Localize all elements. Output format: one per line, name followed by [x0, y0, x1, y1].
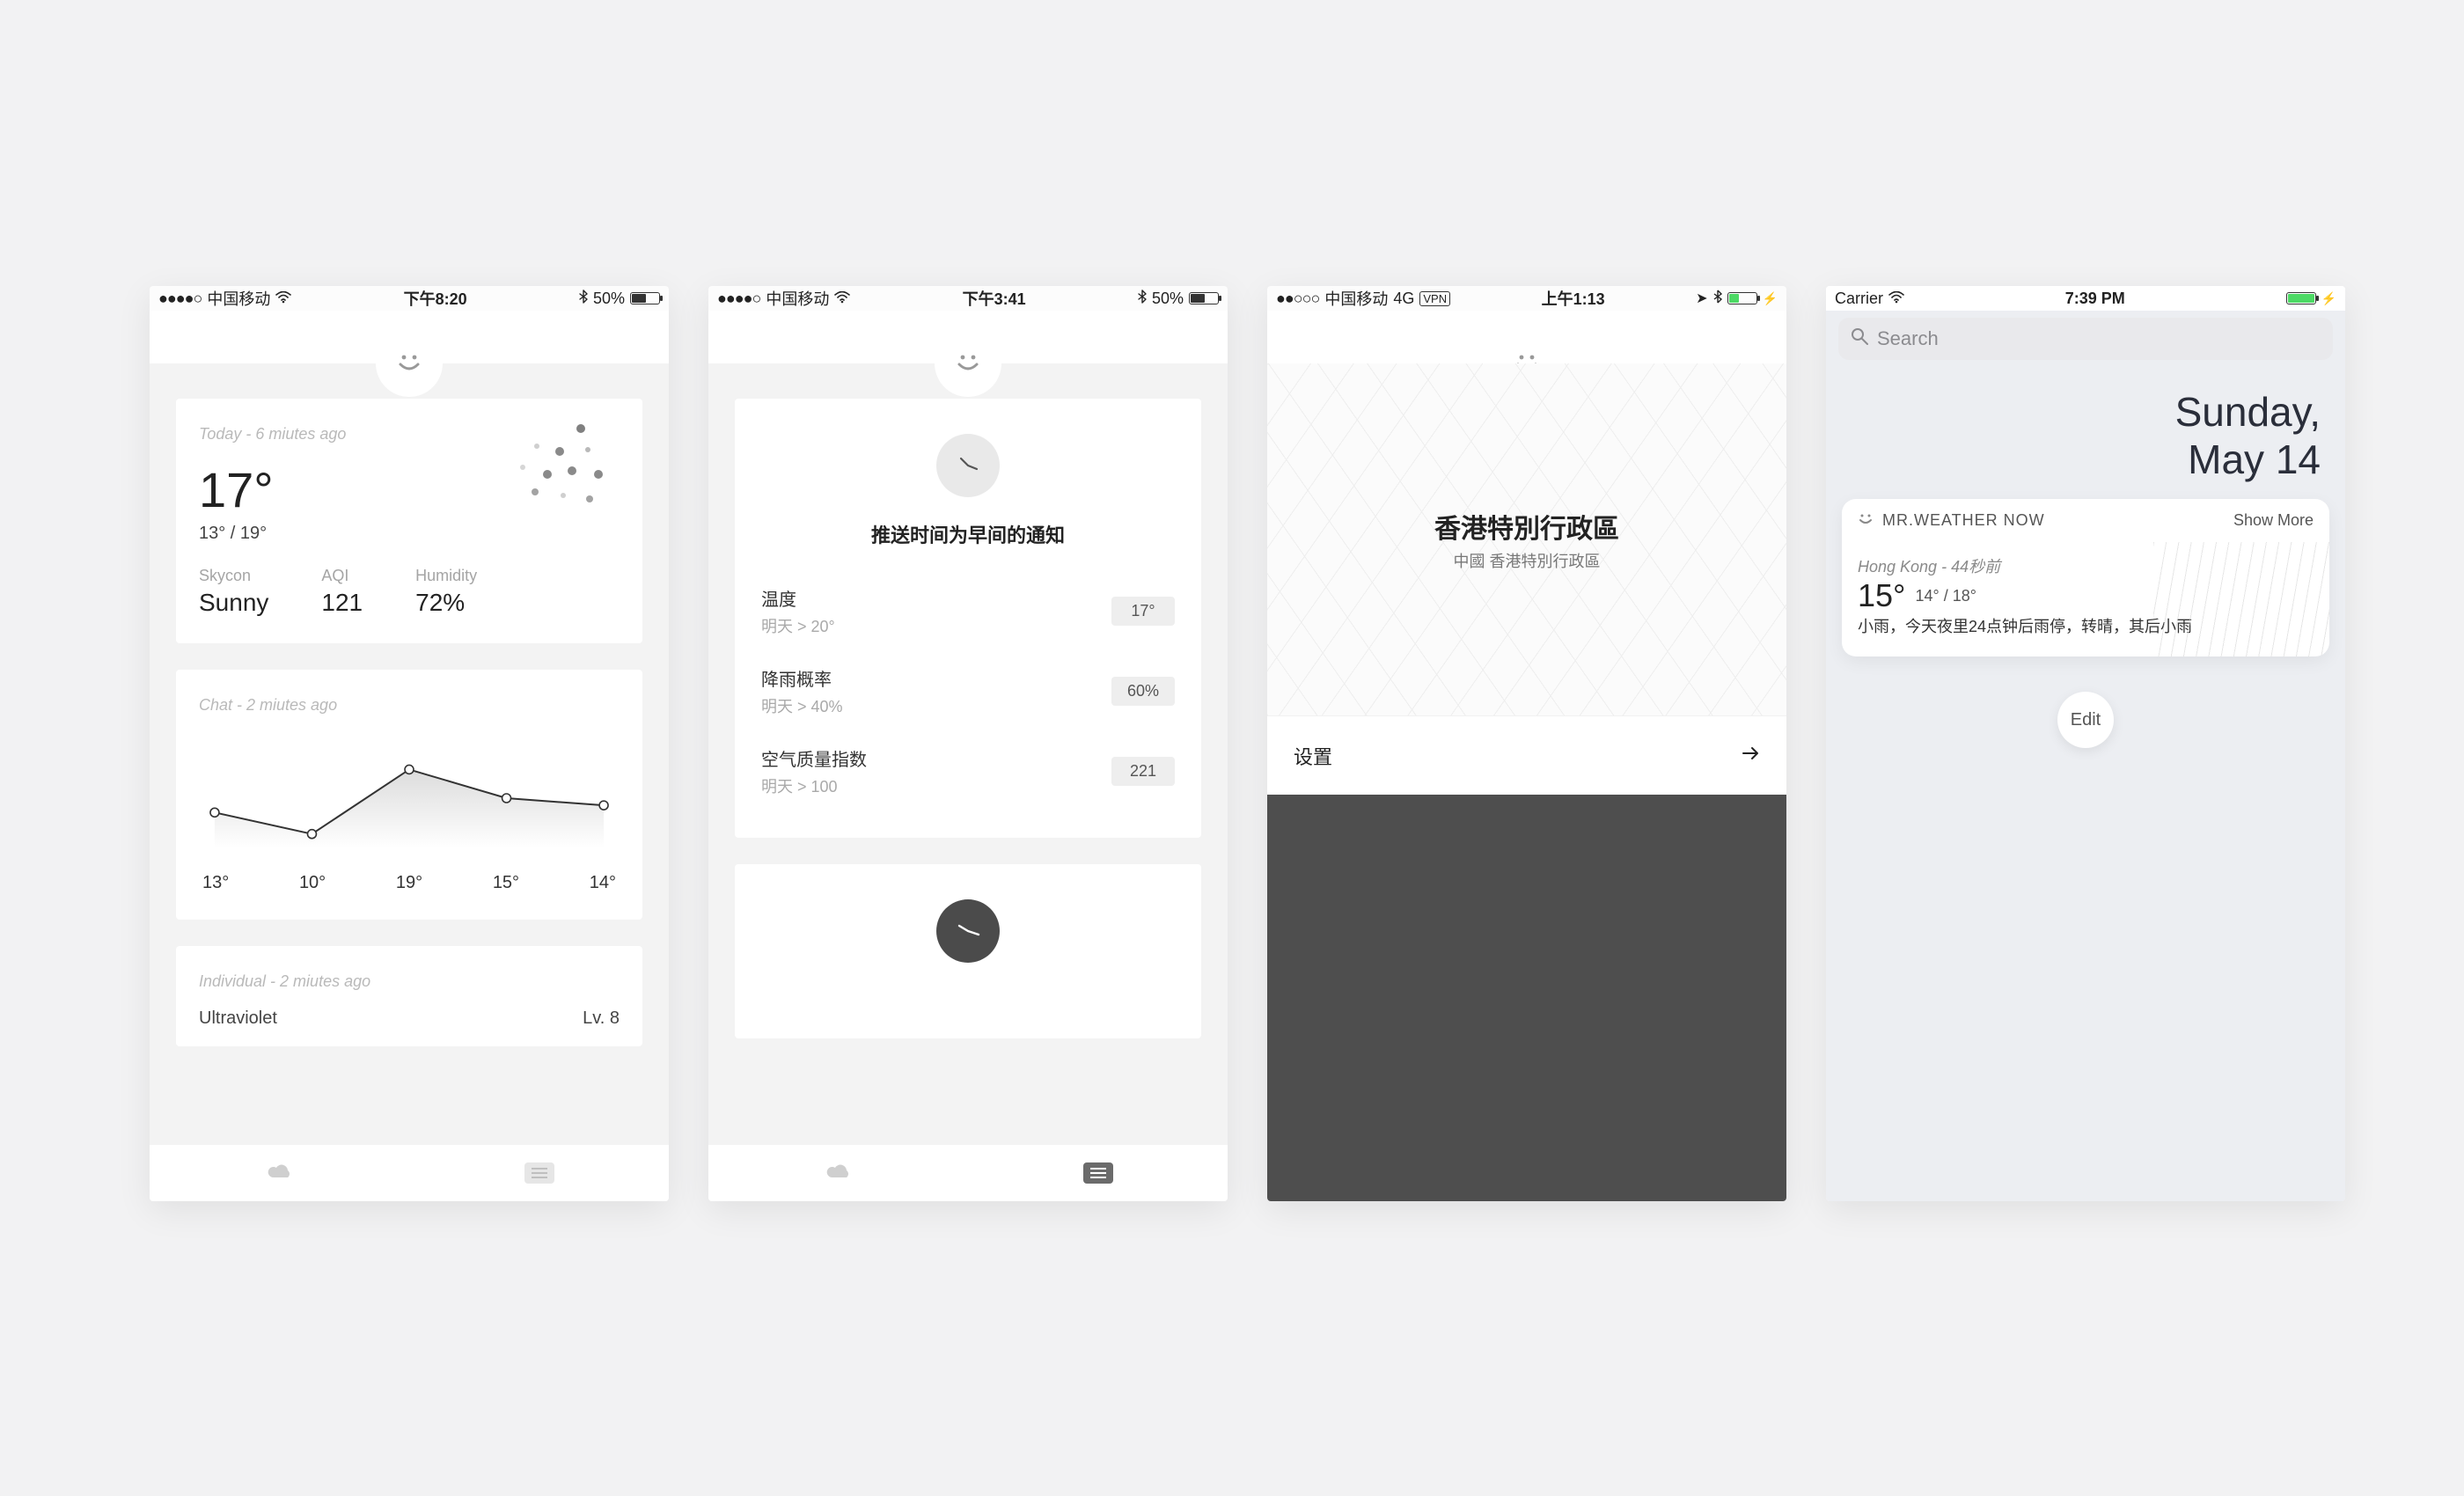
metric-aqi: AQI 121: [321, 567, 363, 617]
metric-skycon: Skycon Sunny: [199, 567, 268, 617]
bluetooth-icon: [1713, 290, 1722, 308]
chart-card[interactable]: Chat - 2 miutes ago 13°10°19°15°14°: [176, 670, 642, 920]
individual-card[interactable]: Individual - 2 miutes ago Ultraviolet Lv…: [176, 946, 642, 1046]
search-input[interactable]: Search: [1838, 318, 2333, 360]
charging-icon: ⚡: [1763, 291, 1778, 306]
list-icon: [524, 1162, 554, 1184]
tab-bar: [708, 1145, 1228, 1201]
status-bar: ●●○○○ 中国移动 4G VPN 上午1:13 ➤ ⚡: [1267, 286, 1786, 311]
city-sub: 中國 香港特別行政區: [1453, 549, 1600, 572]
list-icon: [1083, 1162, 1113, 1184]
chart-x-labels: 13°10°19°15°14°: [199, 873, 620, 893]
wifi-icon: [834, 290, 850, 308]
individual-subtitle: Individual - 2 miutes ago: [199, 972, 620, 991]
row-aqi[interactable]: 空气质量指数 明天 > 100 221: [761, 731, 1175, 811]
status-bar: ●●●●○ 中国移动 下午3:41 50%: [708, 286, 1228, 311]
value-pill[interactable]: 60%: [1111, 677, 1175, 706]
uv-label: Ultraviolet: [199, 1008, 277, 1029]
chart-subtitle: Chat - 2 miutes ago: [199, 696, 620, 715]
widget-app-name: MR.WEATHER NOW: [1882, 511, 2045, 530]
network-label: 4G: [1393, 290, 1414, 308]
wifi-icon: [1888, 290, 1904, 308]
tab-list[interactable]: [409, 1162, 669, 1184]
backdrop-overlay: [1267, 795, 1786, 1201]
show-more-link[interactable]: Show More: [2233, 511, 2314, 530]
screen-location-settings: ●●○○○ 中国移动 4G VPN 上午1:13 ➤ ⚡: [1267, 286, 1786, 1201]
battery-icon: [2286, 292, 2316, 304]
app-header: [1267, 311, 1786, 363]
forecast-line-chart: [199, 732, 620, 864]
clock-label: 下午8:20: [404, 287, 467, 310]
temp-range: 13° / 19°: [199, 524, 620, 544]
arrow-right-icon: [1741, 744, 1760, 768]
tab-bar: [150, 1145, 669, 1201]
value-pill[interactable]: 221: [1111, 757, 1175, 786]
clock-label: 下午3:41: [963, 287, 1026, 310]
search-placeholder: Search: [1877, 327, 1939, 350]
app-header: [708, 311, 1228, 363]
screen-notification-settings: ●●●●○ 中国移动 下午3:41 50%: [708, 286, 1228, 1201]
bluetooth-icon: [579, 290, 588, 308]
notification-title: 推送时间为早间的通知: [761, 520, 1175, 548]
widget-range: 14° / 18°: [1915, 587, 1976, 605]
battery-icon: [1189, 292, 1219, 304]
signal-dots: ●●●●○: [717, 290, 760, 308]
app-logo-smiley: [935, 330, 1001, 397]
value-pill[interactable]: 17°: [1111, 597, 1175, 626]
carrier-label: Carrier: [1835, 290, 1883, 308]
signal-dots: ●●○○○: [1276, 290, 1319, 308]
rain-icon: [2153, 542, 2329, 656]
morning-notification-card: 推送时间为早间的通知 温度 明天 > 20° 17° 降雨概率 明天 > 40%…: [735, 399, 1201, 838]
city-name: 香港特別行政區: [1434, 507, 1619, 546]
vpn-badge: VPN: [1419, 291, 1450, 306]
clock-label: 7:39 PM: [2065, 290, 2125, 308]
status-bar: ●●●●○ 中国移动 下午8:20 50%: [150, 286, 669, 311]
widget-app-icon: [1858, 511, 1874, 530]
location-icon: ➤: [1696, 290, 1707, 307]
app-logo-smiley: [376, 330, 443, 397]
tab-weather[interactable]: [150, 1162, 409, 1185]
tab-list[interactable]: [968, 1162, 1228, 1184]
settings-label: 设置: [1294, 742, 1332, 770]
carrier-label: 中国移动: [1324, 287, 1388, 310]
date-header: Sunday, May 14: [1826, 367, 2345, 499]
carrier-label: 中国移动: [766, 287, 829, 310]
wifi-icon: [275, 290, 291, 308]
bluetooth-icon: [1138, 290, 1147, 308]
status-bar: Carrier 7:39 PM ⚡: [1826, 286, 2345, 311]
tab-weather[interactable]: [708, 1162, 968, 1185]
carrier-label: 中国移动: [207, 287, 270, 310]
evening-notification-card: [735, 864, 1201, 1038]
battery-pct: 50%: [1152, 290, 1184, 308]
cloud-icon: [266, 1162, 294, 1185]
row-precip[interactable]: 降雨概率 明天 > 40% 60%: [761, 651, 1175, 731]
weather-widget[interactable]: MR.WEATHER NOW Show More Hong Kong - 44秒…: [1842, 499, 2329, 656]
uv-value: Lv. 8: [583, 1008, 620, 1029]
battery-icon: [630, 292, 660, 304]
morning-clock-icon: [936, 434, 1000, 497]
screen-weather-home: ●●●●○ 中国移动 下午8:20 50%: [150, 286, 669, 1201]
battery-icon: [1727, 292, 1757, 304]
cloud-icon: [825, 1162, 853, 1185]
today-card[interactable]: Today - 6 miutes ago 17° 13° / 19° Skyco…: [176, 399, 642, 643]
app-header: [150, 311, 669, 363]
screen-today-widget: Carrier 7:39 PM ⚡ Search Sunday, May 14: [1826, 286, 2345, 1201]
battery-pct: 50%: [593, 290, 625, 308]
widget-temp: 15°: [1858, 577, 1905, 613]
edit-button[interactable]: Edit: [2057, 692, 2114, 748]
signal-dots: ●●●●○: [158, 290, 202, 308]
charging-icon: ⚡: [2321, 291, 2336, 306]
row-temperature[interactable]: 温度 明天 > 20° 17°: [761, 571, 1175, 651]
search-icon: [1851, 327, 1868, 350]
settings-row[interactable]: 设置: [1267, 715, 1786, 795]
metric-humidity: Humidity 72%: [415, 567, 477, 617]
evening-clock-icon: [936, 899, 1000, 963]
clock-label: 上午1:13: [1542, 287, 1605, 310]
location-map[interactable]: 香港特別行政區 中國 香港特別行政區: [1267, 363, 1786, 715]
decorative-dots: [449, 416, 625, 522]
